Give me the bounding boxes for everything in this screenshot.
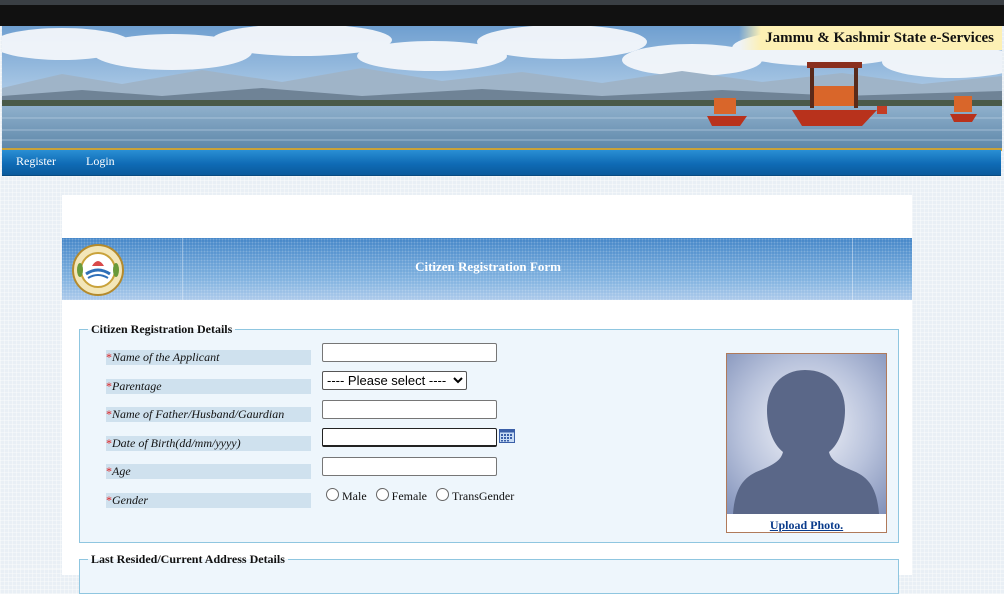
radio-male[interactable] (326, 488, 339, 501)
applicant-name-label: *Name of the Applicant (106, 350, 311, 365)
nav-login[interactable]: Login (86, 154, 115, 169)
photo-box: Upload Photo. (726, 353, 887, 533)
chevron-down-icon (453, 377, 463, 384)
father-name-label: *Name of Father/Husband/Gaurdian (106, 407, 311, 422)
parentage-selected-value: ---- Please select ---- (327, 373, 447, 388)
gender-option-female[interactable]: Female (375, 488, 427, 503)
parentage-label: *Parentage (106, 379, 311, 394)
upload-photo-link[interactable]: Upload Photo. (727, 518, 886, 533)
radio-transgender[interactable] (435, 488, 449, 501)
age-label: *Age (106, 464, 311, 479)
nav-bar: Register Login (2, 150, 1001, 176)
parentage-select[interactable]: ---- Please select ---- (322, 371, 467, 390)
dob-label: *Date of Birth(dd/mm/yyyy) (106, 436, 311, 451)
avatar-placeholder (727, 354, 886, 514)
citizen-details-legend: Citizen Registration Details (91, 322, 233, 336)
age-input[interactable] (322, 457, 497, 476)
calendar-icon[interactable] (499, 429, 515, 443)
address-details-section: Last Resided/Current Address Details (79, 552, 899, 594)
dob-input[interactable] (322, 428, 497, 447)
form-header: Citizen Registration Form (62, 238, 912, 300)
gender-label: *Gender (106, 493, 311, 508)
gender-radio-group: Male Female TransGender (326, 488, 520, 504)
gender-option-transgender[interactable]: TransGender (435, 488, 514, 503)
nav-register[interactable]: Register (16, 154, 56, 169)
radio-female[interactable] (375, 488, 389, 501)
father-name-input[interactable] (322, 400, 497, 419)
site-title: Jammu & Kashmir State e-Services (739, 26, 1002, 50)
address-details-legend: Last Resided/Current Address Details (91, 552, 285, 566)
applicant-name-input[interactable] (322, 343, 497, 362)
form-title: Citizen Registration Form (415, 259, 561, 274)
gender-option-male[interactable]: Male (326, 488, 367, 503)
top-bar (0, 0, 1004, 26)
